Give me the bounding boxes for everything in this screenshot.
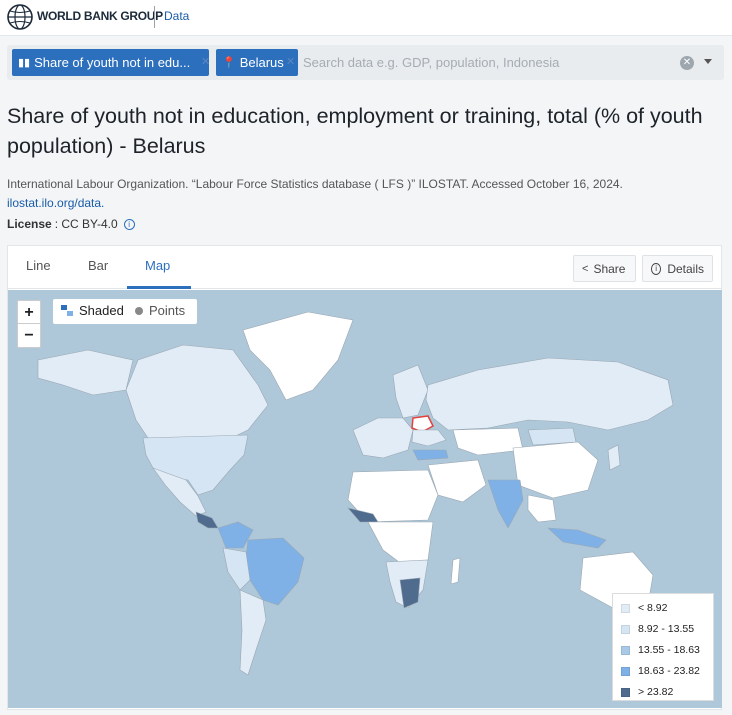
- indicator-chip-label: Share of youth not in edu...: [34, 55, 191, 70]
- legend-item: 13.55 - 18.63: [621, 643, 700, 657]
- country-belarus: [411, 415, 434, 433]
- mode-shaded-label: Shaded: [79, 303, 124, 318]
- map-mode-toggle: Shaded Points: [53, 299, 197, 324]
- country-central-africa: [367, 521, 434, 566]
- country-turkey: [412, 449, 449, 461]
- country-peru: [222, 547, 251, 591]
- legend-label: 8.92 - 13.55: [638, 623, 695, 635]
- top-bar: WORLD BANK GROUP Data: [0, 0, 732, 36]
- legend-swatch: [621, 687, 630, 697]
- legend-item: 8.92 - 13.55: [621, 622, 694, 636]
- country-chip-label: Belarus: [239, 55, 284, 70]
- country-kazakhstan: [452, 427, 524, 456]
- country-japan: [607, 444, 621, 471]
- legend-label: > 23.82: [638, 686, 674, 698]
- license-line: License : CC BY-4.0 i: [7, 217, 135, 231]
- country-greenland: [242, 311, 354, 401]
- world-map[interactable]: + − Shaded Points < 8.92 8.92 - 13.55 13…: [8, 290, 722, 708]
- location-pin-icon: 📍: [222, 57, 236, 69]
- search-bar: ▮▮ Share of youth not in edu... ✕ 📍 Bela…: [7, 45, 724, 80]
- license-value: : CC BY-4.0: [54, 217, 118, 231]
- tab-map[interactable]: Map: [145, 258, 170, 273]
- country-mongolia: [527, 427, 577, 446]
- country-indonesia: [547, 527, 607, 549]
- active-tab-indicator: [127, 286, 191, 289]
- chevron-down-icon[interactable]: [704, 59, 712, 64]
- legend-item: 18.63 - 23.82: [621, 664, 700, 678]
- legend-swatch: [621, 645, 630, 655]
- source-citation: International Labour Organization. “Labo…: [7, 177, 623, 191]
- share-label: Share: [593, 261, 626, 276]
- bar-chart-icon: ▮▮: [18, 57, 31, 69]
- country-ukraine: [411, 429, 447, 447]
- zoom-in-button[interactable]: +: [18, 301, 40, 324]
- brand-name[interactable]: WORLD BANK GROUP: [37, 9, 163, 23]
- map-legend: < 8.92 8.92 - 13.55 13.55 - 18.63 18.63 …: [612, 593, 714, 701]
- country-brazil: [245, 537, 305, 606]
- country-india: [487, 479, 524, 529]
- details-label: Details: [667, 261, 704, 276]
- tab-line[interactable]: Line: [26, 258, 51, 273]
- legend-label: 18.63 - 23.82: [638, 665, 700, 677]
- page-title: Share of youth not in education, employm…: [7, 104, 703, 158]
- country-europe-west: [352, 417, 414, 459]
- data-section-link[interactable]: Data: [164, 9, 189, 23]
- share-icon: <: [582, 262, 589, 275]
- legend-swatch: [621, 624, 630, 634]
- legend-label: 13.55 - 18.63: [638, 644, 700, 656]
- details-button[interactable]: i Details: [642, 255, 713, 282]
- country-chip-remove-icon[interactable]: ✕: [286, 49, 298, 76]
- legend-swatch: [621, 666, 630, 676]
- mode-points-label: Points: [149, 303, 186, 318]
- zoom-control: + −: [17, 300, 41, 348]
- legend-item: < 8.92: [621, 601, 668, 615]
- share-button[interactable]: < Share: [573, 255, 636, 282]
- country-usa: [142, 434, 249, 496]
- points-icon: [135, 306, 143, 315]
- country-russia: [425, 357, 674, 431]
- world-bank-globe-icon: [7, 4, 33, 30]
- country-southeast-asia: [527, 494, 557, 523]
- search-input[interactable]: [303, 49, 663, 76]
- shaded-icon: [61, 305, 74, 316]
- indicator-chip[interactable]: ▮▮ Share of youth not in edu...: [12, 49, 209, 76]
- country-scandinavia: [392, 364, 429, 419]
- country-central-america: [195, 511, 219, 529]
- country-madagascar: [450, 557, 461, 585]
- mode-shaded-option[interactable]: Shaded: [61, 303, 124, 318]
- clear-search-icon[interactable]: ✕: [680, 56, 694, 70]
- info-icon[interactable]: i: [123, 218, 135, 230]
- legend-swatch: [621, 603, 630, 613]
- info-circle-icon: i: [651, 262, 662, 275]
- license-label: License: [7, 217, 52, 231]
- country-usa-alaska: [37, 349, 134, 396]
- source-link[interactable]: ilostat.ilo.org/data.: [7, 196, 104, 210]
- header-divider: [154, 6, 155, 28]
- country-argentina: [239, 589, 267, 676]
- mode-points-option[interactable]: Points: [135, 303, 185, 318]
- indicator-chip-remove-icon[interactable]: ✕: [201, 49, 213, 76]
- tab-bar[interactable]: Bar: [88, 258, 108, 273]
- legend-item: > 23.82: [621, 685, 673, 699]
- country-canada: [125, 344, 269, 443]
- legend-label: < 8.92: [638, 602, 668, 614]
- country-china: [512, 441, 599, 499]
- view-tabs: Line Bar Map < Share i Details: [8, 246, 721, 289]
- zoom-out-button[interactable]: −: [18, 324, 40, 347]
